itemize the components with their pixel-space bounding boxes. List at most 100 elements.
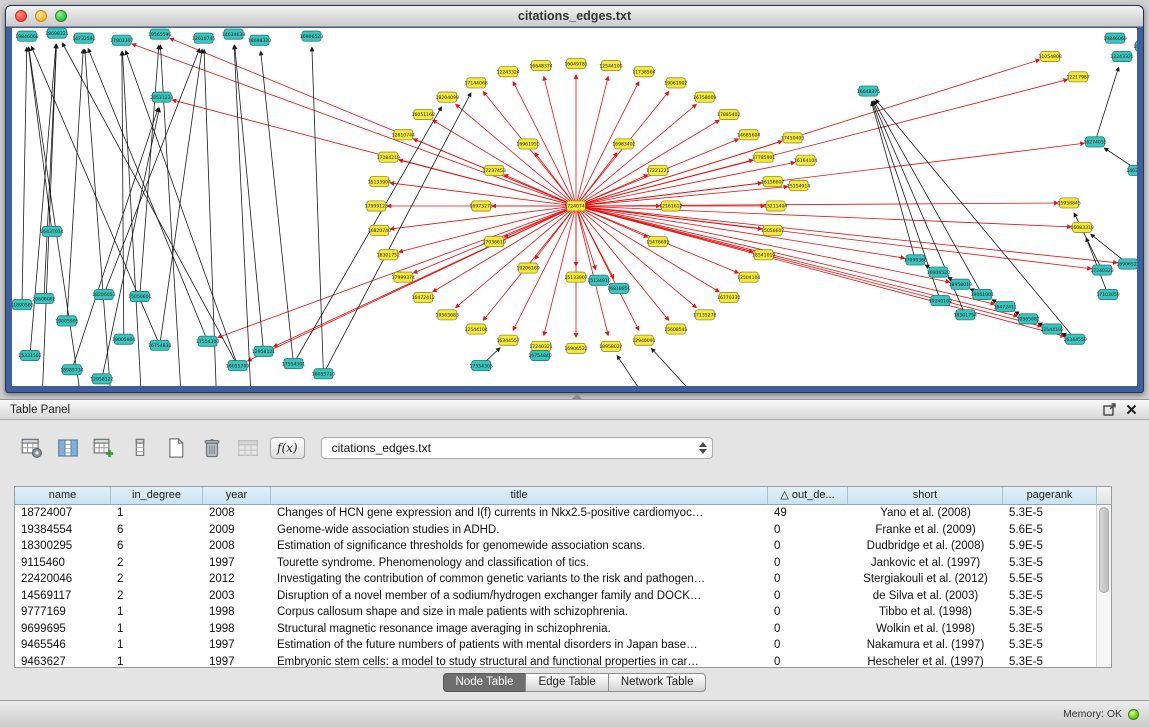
graph-node[interactable]: 16051168: [412, 109, 435, 119]
graph-node[interactable]: 11738564: [632, 67, 655, 77]
graph-node[interactable]: 17240323: [1090, 265, 1113, 275]
minimize-button[interactable]: [35, 10, 47, 22]
column-header-in_degree[interactable]: in_degree: [111, 487, 203, 505]
table-selector-dropdown[interactable]: citations_edges.txt: [321, 437, 713, 459]
graph-node[interactable]: 15056601: [128, 291, 151, 301]
graph-node[interactable]: 16758009: [693, 92, 716, 102]
graph-node[interactable]: 19565683: [436, 310, 459, 320]
graph-node[interactable]: 15133904: [368, 176, 391, 186]
graph-node[interactable]: 12958121: [252, 346, 275, 356]
graph-node[interactable]: 16164104: [794, 155, 817, 165]
graph-node[interactable]: 17237453: [482, 165, 505, 175]
graph-node[interactable]: 16906524: [1116, 259, 1137, 269]
graph-node[interactable]: 16906522: [564, 343, 587, 353]
graph-node[interactable]: 14732591: [72, 33, 95, 43]
graph-node[interactable]: 19565681: [1017, 314, 1040, 324]
graph-node[interactable]: 17999366: [904, 255, 927, 265]
close-button[interactable]: [15, 10, 27, 22]
graph-node[interactable]: 18958019: [949, 279, 972, 289]
graph-node[interactable]: 19005904: [112, 334, 135, 344]
graph-node[interactable]: 12504104: [737, 272, 760, 282]
graph-node[interactable]: 18698320: [248, 35, 271, 45]
graph-node[interactable]: 18301752: [377, 250, 400, 260]
float-panel-button[interactable]: [1101, 402, 1117, 418]
graph-node[interactable]: 17999374: [392, 272, 415, 282]
graph-node[interactable]: 18301754: [954, 310, 977, 320]
column-header-out_degree[interactable]: △ out_de...: [768, 487, 848, 505]
graph-node[interactable]: 17999123: [365, 201, 388, 211]
graph-node[interactable]: 16472411: [994, 302, 1017, 312]
graph-node[interactable]: 16055710: [312, 369, 335, 379]
graph-node[interactable]: 20606062: [32, 293, 55, 303]
tab-edge-table[interactable]: Edge Table: [525, 673, 608, 692]
graph-node[interactable]: 16818856: [607, 283, 630, 293]
graph-node[interactable]: 12161612: [659, 201, 682, 211]
graph-node[interactable]: 18698322: [1133, 41, 1137, 51]
graph-node[interactable]: 12243325: [1110, 51, 1133, 61]
show-columns-button[interactable]: [54, 435, 82, 461]
graph-node[interactable]: 17284219: [377, 152, 400, 162]
new-table-button[interactable]: [162, 435, 190, 461]
graph-node[interactable]: 19846069: [1103, 33, 1126, 43]
delete-column-button[interactable]: [126, 435, 154, 461]
graph-node[interactable]: 17554303: [470, 361, 493, 371]
graph-node[interactable]: 16648374: [529, 61, 552, 71]
graph-node[interactable]: 18698321: [45, 28, 68, 38]
graph-node[interactable]: 17903307: [110, 35, 133, 45]
table-row[interactable]: 911546021997Tourette syndrome. Phenomeno…: [15, 555, 1096, 572]
graph-node[interactable]: 15476693: [646, 236, 669, 246]
graph-node[interactable]: 15133907: [564, 272, 587, 282]
graph-node[interactable]: 16156607: [761, 176, 784, 186]
graph-node[interactable]: 17144068: [465, 78, 488, 88]
column-header-year[interactable]: year: [203, 487, 271, 505]
table-row[interactable]: 969969511998Structural magnetic resonanc…: [15, 621, 1096, 638]
graph-node[interactable]: 16274055: [1083, 137, 1106, 147]
table-row[interactable]: 2242004622012Investigating the contribut…: [15, 571, 1096, 588]
table-row[interactable]: 1830029562008Estimation of significance …: [15, 538, 1096, 555]
graph-node[interactable]: 13211404: [764, 201, 787, 211]
graph-node[interactable]: 17036619: [482, 236, 505, 246]
graph-node[interactable]: 12544109: [599, 61, 622, 71]
graph-node[interactable]: 15056607: [761, 225, 784, 235]
graph-node[interactable]: 17240742: [564, 201, 587, 211]
graph-node[interactable]: 12544102: [1040, 324, 1063, 334]
graph-node[interactable]: 12610744: [392, 130, 415, 140]
table-row[interactable]: 977716911998Corpus callosum shape and si…: [15, 604, 1096, 621]
graph-node[interactable]: 18985734: [60, 365, 83, 375]
graph-node[interactable]: 14685604: [737, 130, 760, 140]
graph-node[interactable]: 19206169: [516, 263, 539, 273]
graph-node[interactable]: 17103059: [1096, 289, 1119, 299]
graph-node[interactable]: 16973273: [470, 201, 493, 211]
column-header-title[interactable]: title: [271, 487, 768, 505]
graph-node[interactable]: 16344557: [496, 335, 519, 345]
graph-node[interactable]: 16754838: [148, 340, 171, 350]
graph-node[interactable]: 11890563: [12, 300, 34, 310]
import-table-button[interactable]: [234, 435, 262, 461]
graph-node[interactable]: 16906520: [927, 267, 950, 277]
graph-node[interactable]: 18958022: [599, 341, 622, 351]
graph-node[interactable]: 19565596: [148, 29, 171, 39]
graph-node[interactable]: 17221221: [646, 165, 669, 175]
graph-node[interactable]: 15331502: [18, 350, 41, 360]
close-panel-button[interactable]: [1123, 402, 1139, 418]
graph-node[interactable]: 19061902: [664, 78, 687, 88]
graph-node[interactable]: 19240102: [929, 295, 952, 305]
graph-node[interactable]: 16754840: [528, 350, 551, 360]
graph-node[interactable]: 18541019: [752, 250, 775, 260]
column-header-short[interactable]: short: [848, 487, 1003, 505]
create-column-button[interactable]: [90, 435, 118, 461]
graph-node[interactable]: 18204098: [436, 92, 459, 102]
graph-node[interactable]: 14634638: [222, 29, 245, 39]
network-canvas[interactable]: 1604978116648374122433241714406818204098…: [12, 28, 1137, 386]
graph-node[interactable]: 16648375: [857, 86, 880, 96]
graph-node[interactable]: 11054808: [1038, 51, 1061, 61]
function-builder-button[interactable]: f(x): [270, 437, 305, 459]
graph-node[interactable]: 15154914: [787, 181, 810, 191]
graph-node[interactable]: 19061901: [971, 289, 994, 299]
scrollbar-thumb[interactable]: [1099, 507, 1109, 593]
graph-node[interactable]: 16820740: [368, 225, 391, 235]
graph-node[interactable]: 17135278: [693, 310, 716, 320]
graph-node[interactable]: 16770330: [717, 292, 740, 302]
graph-node[interactable]: 19005905: [55, 316, 78, 326]
graph-node[interactable]: 17885402: [717, 109, 740, 119]
